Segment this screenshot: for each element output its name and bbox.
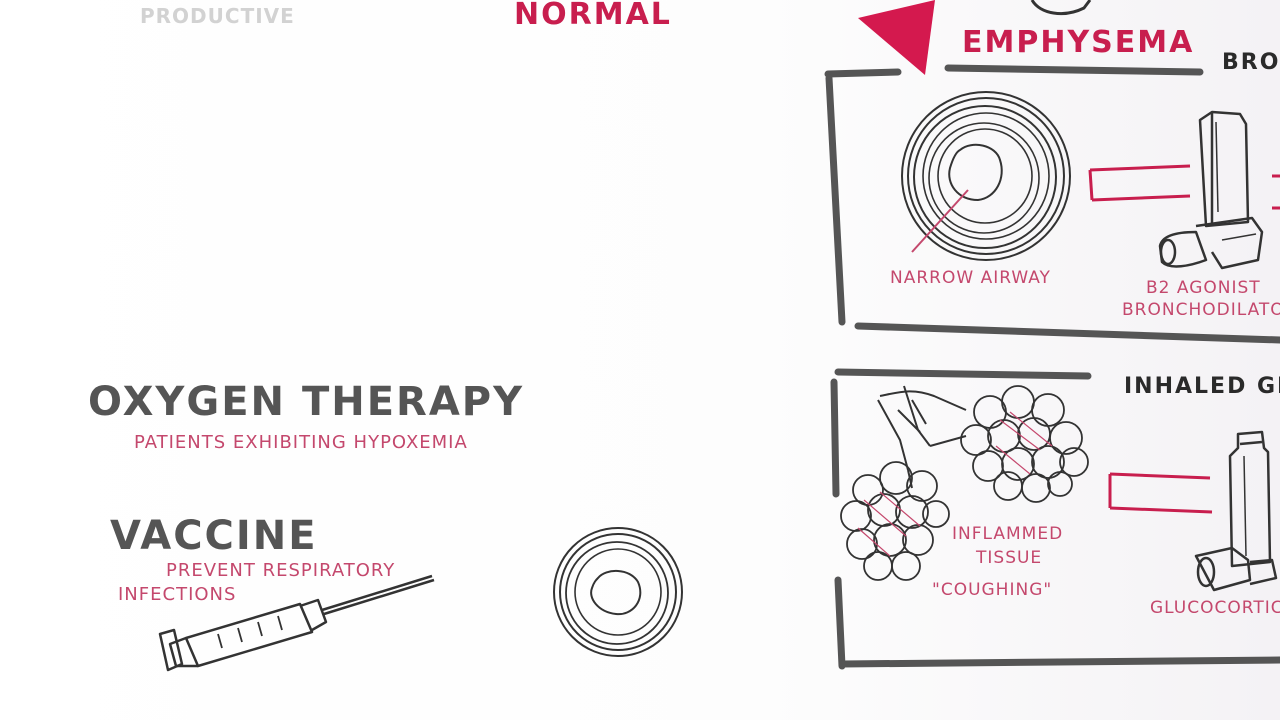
alveoli-cluster-icon: [960, 385, 1089, 503]
normal-title: NORMAL: [514, 0, 672, 32]
narrow-airway-label: NARROW AIRWAY: [890, 268, 1051, 288]
lung-outline-partial-icon: [1030, 0, 1092, 16]
oxygen-therapy-title: OXYGEN THERAPY: [88, 379, 525, 425]
arrow-icon: [858, 0, 935, 75]
red-arrow-box-partial: [1272, 174, 1280, 210]
red-arrow-box-2: [1108, 472, 1213, 514]
coughing-label: "COUGHING": [932, 580, 1053, 600]
alveoli-cluster-icon-2: [840, 461, 950, 581]
top-panel-heading: BRON: [1222, 50, 1280, 75]
vaccine-note-line1: PREVENT RESPIRATORY: [166, 560, 396, 581]
inhaler-icon: [1158, 110, 1264, 270]
b2-agonist-label: B2 AGONIST: [1146, 278, 1261, 298]
bottom-panel-heading: INHALED GLU: [1124, 374, 1280, 399]
emphysema-title: EMPHYSEMA: [962, 25, 1195, 60]
glucocorticoid-label: GLUCOCORTICO: [1150, 598, 1280, 618]
whiteboard-drawing: [158, 0, 1280, 672]
bronchus-branch-icon: [877, 385, 967, 489]
whiteboard: PRODUCTIVE NORMAL EMPHYSEMA BRON NARROW …: [0, 0, 1280, 720]
faded-heading: PRODUCTIVE: [140, 4, 295, 28]
bronchodilator-label: BRONCHODILATOR: [1122, 300, 1280, 320]
vaccine-note-line2: INFECTIONS: [118, 584, 237, 605]
bottom-panel-frame: [830, 368, 1280, 670]
oxygen-therapy-note: PATIENTS EXHIBITING HYPOXEMIA: [134, 432, 468, 453]
red-arrow-box: [1088, 164, 1191, 202]
airway-cross-section-icon-small: [553, 527, 683, 657]
vaccine-title: VACCINE: [110, 513, 318, 559]
tissue-label: TISSUE: [976, 548, 1043, 568]
inflammed-label: INFLAMMED: [952, 524, 1064, 544]
